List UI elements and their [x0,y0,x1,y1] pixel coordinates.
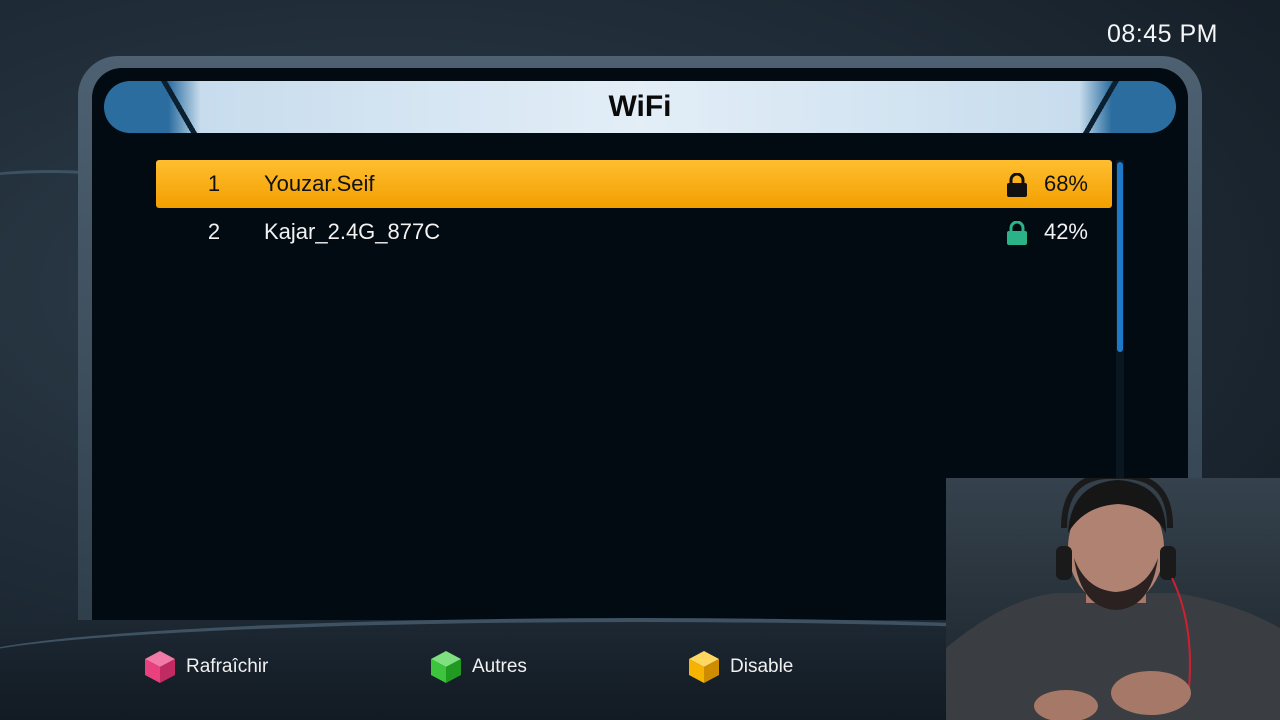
legend-disable[interactable]: Disable [688,650,793,684]
title-stripe-right [1070,81,1132,133]
network-index: 2 [207,219,221,244]
webcam-overlay [946,478,1280,720]
title-stripe-left [148,81,210,133]
legend-disable-label: Disable [730,656,794,677]
legend-refresh[interactable]: Rafraîchir [144,650,268,684]
page-title: WiFi [608,90,672,123]
network-ssid: Youzar.Seif [264,171,375,196]
wifi-network-row-1[interactable]: 1 Youzar.Seif 68% [156,160,1112,208]
network-signal: 42% [1043,219,1088,244]
clock: 08:45 PM [1106,20,1218,48]
legend-others-label: Autres [472,656,527,677]
legend-others[interactable]: Autres [430,650,527,684]
network-ssid: Kajar_2.4G_877C [264,219,441,244]
red-cube-icon [145,651,175,683]
green-cube-icon [431,651,461,683]
legend-refresh-label: Rafraîchir [186,656,269,677]
wifi-network-row-2[interactable]: 2 Kajar_2.4G_877C 42% [156,208,1112,256]
list-scrollbar-thumb[interactable] [1117,162,1123,352]
network-signal: 68% [1043,171,1088,196]
yellow-cube-icon [689,651,719,683]
presenter-figure [946,478,1280,720]
network-index: 1 [207,171,221,196]
lock-icon [1007,221,1027,245]
lock-icon [1007,173,1027,197]
title-bar: WiFi [104,81,1176,133]
wifi-network-list: 1 Youzar.Seif 68% 2 Kajar_2.4G_877C 42% [156,160,1112,256]
